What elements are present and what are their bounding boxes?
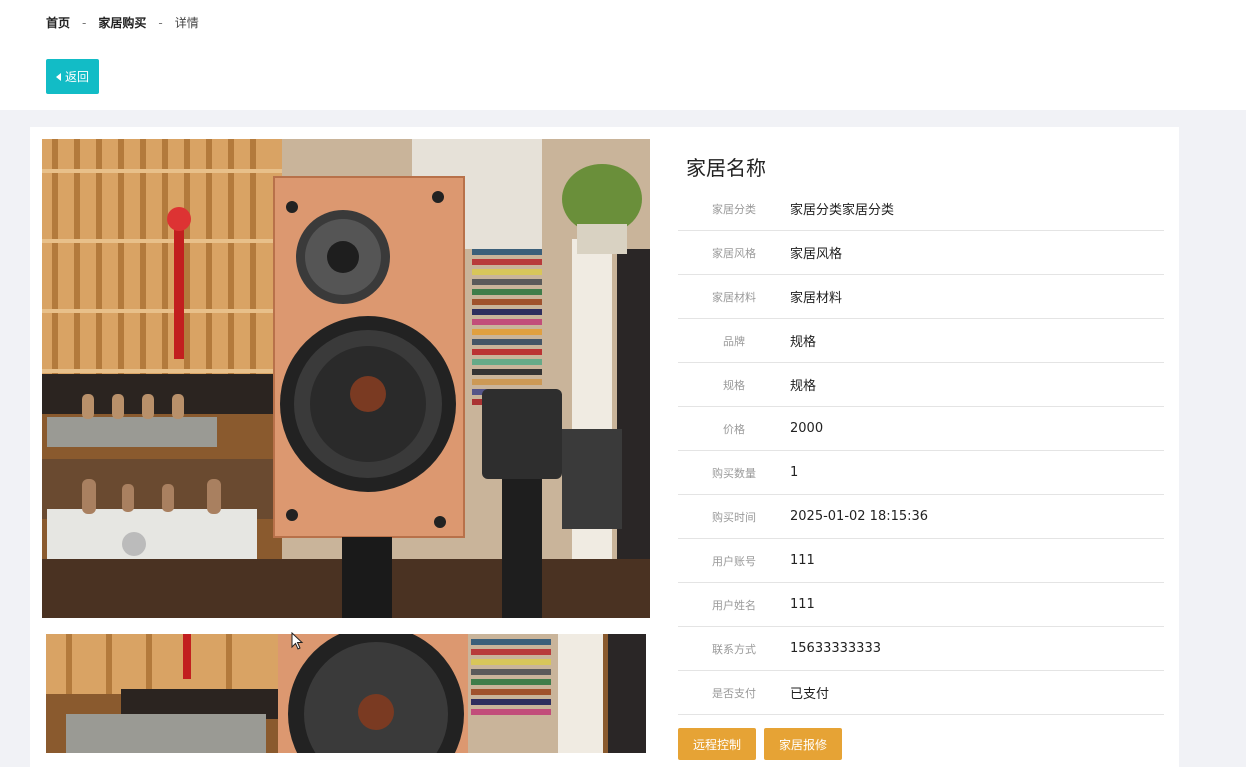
detail-label: 品牌 <box>723 334 745 348</box>
detail-row: 家居分类 家居分类家居分类 <box>678 187 1164 231</box>
detail-label: 联系方式 <box>712 642 756 656</box>
breadcrumb-home[interactable]: 首页 <box>46 14 70 31</box>
detail-label: 购买时间 <box>712 510 756 524</box>
detail-row: 购买时间 2025-01-02 18:15:36 <box>678 495 1164 539</box>
detail-label: 购买数量 <box>712 466 756 480</box>
detail-label: 用户姓名 <box>712 598 756 612</box>
detail-value: 2025-01-02 18:15:36 <box>790 509 929 524</box>
detail-value: 2000 <box>790 421 824 436</box>
breadcrumb-separator: - <box>82 15 87 30</box>
detail-row: 用户账号 111 <box>678 539 1164 583</box>
back-button-label: 返回 <box>64 70 89 84</box>
action-bar: 远程控制 家居报修 <box>678 728 843 760</box>
detail-row: 家居材料 家居材料 <box>678 275 1164 319</box>
caret-left-icon <box>55 72 61 81</box>
detail-row: 规格 规格 <box>678 363 1164 407</box>
product-thumbnail-image[interactable] <box>46 634 646 753</box>
header-area: 首页 - 家居购买 - 详情 返回 <box>0 0 1246 110</box>
breadcrumb-section[interactable]: 家居购买 <box>98 14 146 31</box>
detail-list: 家居分类 家居分类家居分类 家居风格 家居风格 家居材料 家居材料 品牌 规格 … <box>678 187 1164 715</box>
detail-row: 家居风格 家居风格 <box>678 231 1164 275</box>
product-main-image <box>42 139 650 618</box>
detail-row: 品牌 规格 <box>678 319 1164 363</box>
breadcrumb-current: 详情 <box>174 16 199 30</box>
detail-row: 联系方式 15633333333 <box>678 627 1164 671</box>
detail-value: 家居分类家居分类 <box>790 203 895 218</box>
detail-value: 1 <box>790 465 799 480</box>
detail-value: 家居风格 <box>790 247 843 262</box>
detail-label: 家居分类 <box>712 202 756 216</box>
detail-row: 价格 2000 <box>678 407 1164 451</box>
detail-value: 已支付 <box>790 687 830 702</box>
remote-control-button[interactable]: 远程控制 <box>678 728 757 760</box>
breadcrumb-separator: - <box>158 15 163 30</box>
detail-row: 是否支付 已支付 <box>678 671 1164 715</box>
mouse-cursor-icon <box>291 632 304 650</box>
detail-label: 家居风格 <box>712 246 756 260</box>
detail-label: 是否支付 <box>712 686 756 700</box>
detail-row: 用户姓名 111 <box>678 583 1164 627</box>
detail-label: 规格 <box>723 378 745 392</box>
detail-label: 价格 <box>723 422 745 436</box>
detail-value: 111 <box>790 597 815 612</box>
detail-value: 规格 <box>790 335 817 350</box>
detail-label: 用户账号 <box>712 554 756 568</box>
product-title: 家居名称 <box>686 156 766 180</box>
detail-value: 规格 <box>790 379 817 394</box>
back-button[interactable]: 返回 <box>46 59 99 94</box>
detail-value: 15633333333 <box>790 641 881 656</box>
repair-button[interactable]: 家居报修 <box>764 728 843 760</box>
detail-label: 家居材料 <box>712 290 756 304</box>
breadcrumb: 首页 - 家居购买 - 详情 <box>46 14 199 31</box>
detail-value: 111 <box>790 553 815 568</box>
detail-row: 购买数量 1 <box>678 451 1164 495</box>
detail-value: 家居材料 <box>790 291 843 306</box>
